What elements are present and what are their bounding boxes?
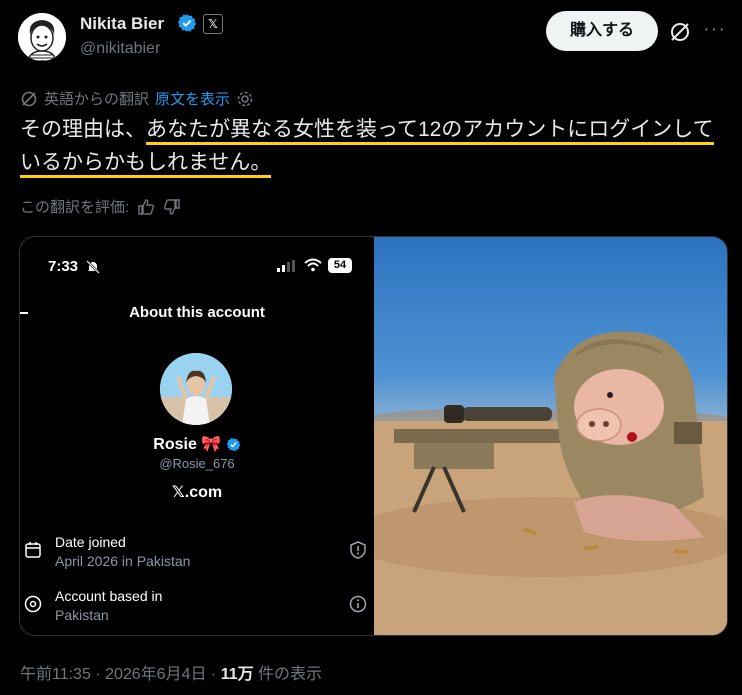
post-timestamp[interactable]: 午前11:35 · 2026年6月4日 · [20, 666, 221, 683]
shield-icon [349, 541, 367, 559]
location-pin-icon [24, 595, 42, 613]
translate-icon [20, 90, 38, 108]
translation-label: 英語からの翻訳 [44, 91, 150, 108]
author-handle[interactable]: @nikitabier [80, 40, 160, 58]
calendar-icon [24, 541, 42, 559]
rate-translation-row: この翻訳を評価: [20, 196, 181, 217]
thumbs-down-icon[interactable] [163, 198, 181, 216]
sniper-pig-photo[interactable] [374, 237, 727, 635]
account-based-value: Pakistan [55, 607, 109, 623]
grok-icon[interactable] [669, 21, 691, 43]
view-count: 11万 [220, 666, 254, 683]
thumbs-up-icon[interactable] [137, 198, 155, 216]
about-account-title: About this account [129, 304, 265, 321]
x-site-label: 𝕏.com [171, 484, 223, 501]
author-name[interactable]: Nikita Bier [80, 14, 164, 34]
battery-indicator: 54 [328, 258, 352, 273]
tweet-text-highlight-1: あなたが異なる女性を装って12のアカウントにログインして [146, 118, 714, 145]
profile-verified-icon [226, 437, 241, 452]
rate-label: この翻訳を評価: [20, 199, 130, 216]
info-icon [349, 595, 367, 613]
profile-avatar [160, 353, 232, 425]
translation-settings-icon[interactable] [236, 90, 254, 108]
wifi-icon [304, 258, 322, 272]
mute-bell-icon [86, 260, 100, 274]
verified-badge-icon [177, 13, 197, 33]
status-bar-time: 7:33 [48, 258, 79, 275]
translation-row: 英語からの翻訳 原文を表示 [20, 88, 254, 109]
profile-name-text: Rosie 🎀 [153, 436, 222, 453]
profile-name: Rosie 🎀 [20, 434, 374, 454]
tweet-text-highlight-2: いるからかもしれません。 [20, 151, 272, 178]
tweet-meta: 午前11:35 · 2026年6月4日 · 11万 件の表示 [20, 660, 322, 684]
screenshot-image[interactable]: 7:33 54 About this account Rosie 🎀 @Rosi… [20, 237, 374, 635]
tweet-text: その理由は、あなたが異なる女性を装って12のアカウントにログインして いるからか… [20, 113, 725, 179]
view-count-suffix: 件の表示 [253, 666, 323, 683]
profile-handle: @Rosie_676 [159, 456, 235, 471]
buy-button[interactable]: 購入する [546, 11, 658, 51]
x-badge-icon: 𝕏 [203, 14, 223, 34]
account-based-label: Account based in [55, 588, 163, 604]
signal-icon [277, 260, 297, 272]
more-options-icon[interactable]: ··· [703, 18, 726, 41]
tweet-text-intro: その理由は、 [20, 118, 146, 141]
author-avatar[interactable] [18, 13, 66, 61]
tweet-media[interactable]: 7:33 54 About this account Rosie 🎀 @Rosi… [19, 236, 728, 636]
date-joined-label: Date joined [55, 534, 126, 550]
show-original-link[interactable]: 原文を表示 [155, 88, 230, 109]
date-joined-value: April 2026 in Pakistan [55, 553, 191, 569]
